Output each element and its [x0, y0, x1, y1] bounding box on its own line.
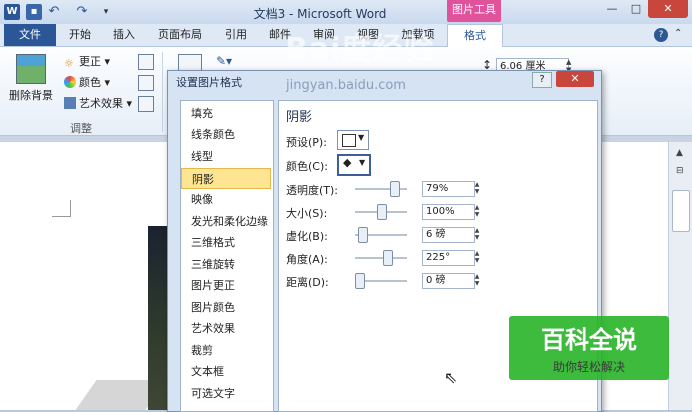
tab-insert[interactable]: 插入 — [106, 24, 142, 46]
maximize-button[interactable]: □ — [624, 0, 648, 18]
transparency-slider-thumb[interactable] — [390, 181, 400, 197]
tab-home[interactable]: 开始 — [62, 24, 98, 46]
watermark-badge-subtitle: 助你轻松解决 — [552, 360, 625, 374]
dialog-close-button[interactable]: ✕ — [556, 71, 594, 87]
blur-label: 虚化(B): — [286, 230, 328, 243]
transparency-input[interactable]: 79% — [422, 181, 475, 197]
tab-format[interactable]: 格式 — [447, 24, 503, 47]
artistic-effects-icon — [64, 97, 76, 109]
nav-item-shadow[interactable]: 阴影 — [181, 168, 271, 189]
reset-picture-icon[interactable] — [138, 96, 154, 112]
watermark-badge-title: 百科全说 — [541, 326, 637, 354]
blur-slider-thumb[interactable] — [358, 227, 368, 243]
distance-slider-thumb[interactable] — [355, 273, 365, 289]
window-title: 文档3 - Microsoft Word — [253, 7, 387, 21]
margin-corner-mark — [52, 216, 70, 217]
ribbon-collapse-icon[interactable]: ⌃ — [674, 28, 682, 39]
angle-slider-thumb[interactable] — [383, 250, 393, 266]
nav-item-text-box[interactable]: 文本框 — [181, 361, 271, 382]
preset-label: 预设(P): — [286, 136, 327, 149]
picture-border-icon[interactable]: ✎▾ — [216, 54, 232, 68]
size-label: 大小(S): — [286, 207, 328, 220]
artistic-effects-button[interactable]: 艺术效果 ▾ — [64, 96, 132, 112]
transparency-label: 透明度(T): — [286, 184, 339, 197]
compress-pictures-icon[interactable] — [138, 54, 154, 70]
nav-item-3d-rotation[interactable]: 三维旋转 — [181, 254, 271, 275]
ruler-toggle-icon[interactable]: ⊟ — [676, 166, 684, 176]
dialog-nav-list: 填充 线条颜色 线型 阴影 映像 发光和柔化边缘 三维格式 三维旋转 图片更正 … — [180, 100, 274, 412]
nav-item-glow-soft-edges[interactable]: 发光和柔化边缘 — [181, 211, 271, 232]
help-icon[interactable]: ? — [654, 28, 668, 42]
nav-item-fill[interactable]: 填充 — [181, 103, 271, 124]
chevron-down-icon: ▼ — [358, 133, 365, 142]
minimize-button[interactable]: — — [600, 0, 624, 18]
nav-item-picture-color[interactable]: 图片颜色 — [181, 297, 271, 318]
scroll-thumb[interactable] — [672, 190, 690, 232]
size-spinner[interactable]: ▲ ▼ — [472, 204, 482, 218]
distance-spinner[interactable]: ▲ ▼ — [472, 273, 482, 287]
qat-more-icon[interactable]: ▾ — [98, 4, 114, 20]
distance-label: 距离(D): — [286, 276, 329, 289]
angle-input[interactable]: 225° — [422, 250, 475, 266]
change-picture-icon[interactable] — [138, 75, 154, 91]
dialog-title: 设置图片格式 — [176, 76, 242, 89]
nav-item-picture-corrections[interactable]: 图片更正 — [181, 275, 271, 296]
color-wheel-icon — [64, 76, 76, 88]
mouse-cursor-icon: ⇖ — [444, 368, 458, 387]
remove-background-label: 删除背景 — [9, 89, 53, 102]
corrections-button[interactable]: ☼ 更正 ▾ — [64, 54, 110, 70]
preset-dropdown[interactable]: ▼ — [337, 130, 369, 150]
watermark-url: jingyan.baidu.com — [286, 78, 406, 93]
watermark-logo: Bai度经验 — [285, 32, 435, 67]
chevron-down-icon: ▼ — [359, 158, 366, 167]
tab-page-layout[interactable]: 页面布局 — [150, 24, 210, 46]
picture-tools-context-label: 图片工具 — [447, 0, 501, 22]
angle-label: 角度(A): — [286, 253, 328, 266]
margin-corner-mark — [70, 200, 71, 217]
undo-icon[interactable]: ↶ — [46, 4, 62, 20]
panel-title: 阴影 — [286, 110, 313, 125]
size-slider-thumb[interactable] — [377, 204, 387, 220]
shadow-preset-icon — [342, 134, 356, 147]
adjust-group-label: 调整 — [70, 122, 92, 135]
group-separator — [162, 52, 163, 132]
remove-background-button[interactable]: 删除背景 — [8, 52, 54, 114]
word-logo-icon[interactable]: W — [4, 4, 20, 20]
blur-input[interactable]: 6 磅 — [422, 227, 475, 243]
vertical-scrollbar[interactable] — [668, 142, 692, 410]
tab-file[interactable]: 文件 — [4, 24, 56, 46]
angle-slider[interactable] — [355, 257, 407, 259]
transparency-spinner[interactable]: ▲ ▼ — [472, 181, 482, 195]
tab-references[interactable]: 引用 — [218, 24, 254, 46]
size-input[interactable]: 100% — [422, 204, 475, 220]
dialog-help-button[interactable]: ? — [532, 72, 552, 88]
shadow-color-dropdown[interactable]: ◆ ▼ — [337, 154, 371, 176]
distance-input[interactable]: 0 磅 — [422, 273, 475, 289]
nav-item-reflection[interactable]: 映像 — [181, 189, 271, 210]
close-button[interactable]: ✕ — [648, 0, 688, 18]
color-label: 颜色(C): — [286, 160, 328, 173]
nav-item-artistic-effects[interactable]: 艺术效果 — [181, 318, 271, 339]
blur-spinner[interactable]: ▲ ▼ — [472, 227, 482, 241]
paint-bucket-icon: ◆ — [343, 156, 352, 169]
color-button[interactable]: 颜色 ▾ — [64, 75, 110, 91]
nav-item-crop[interactable]: 裁剪 — [181, 340, 271, 361]
remove-background-icon — [16, 54, 46, 84]
nav-item-line-style[interactable]: 线型 — [181, 146, 271, 167]
save-icon[interactable]: ▪ — [26, 4, 42, 20]
scroll-up-icon[interactable]: ▲ — [676, 148, 683, 158]
nav-item-alt-text[interactable]: 可选文字 — [181, 383, 271, 404]
nav-item-3d-format[interactable]: 三维格式 — [181, 232, 271, 253]
sun-icon: ☼ — [64, 57, 74, 70]
redo-icon[interactable]: ↷ — [74, 4, 90, 20]
nav-item-line-color[interactable]: 线条颜色 — [181, 124, 271, 145]
angle-spinner[interactable]: ▲ ▼ — [472, 250, 482, 264]
